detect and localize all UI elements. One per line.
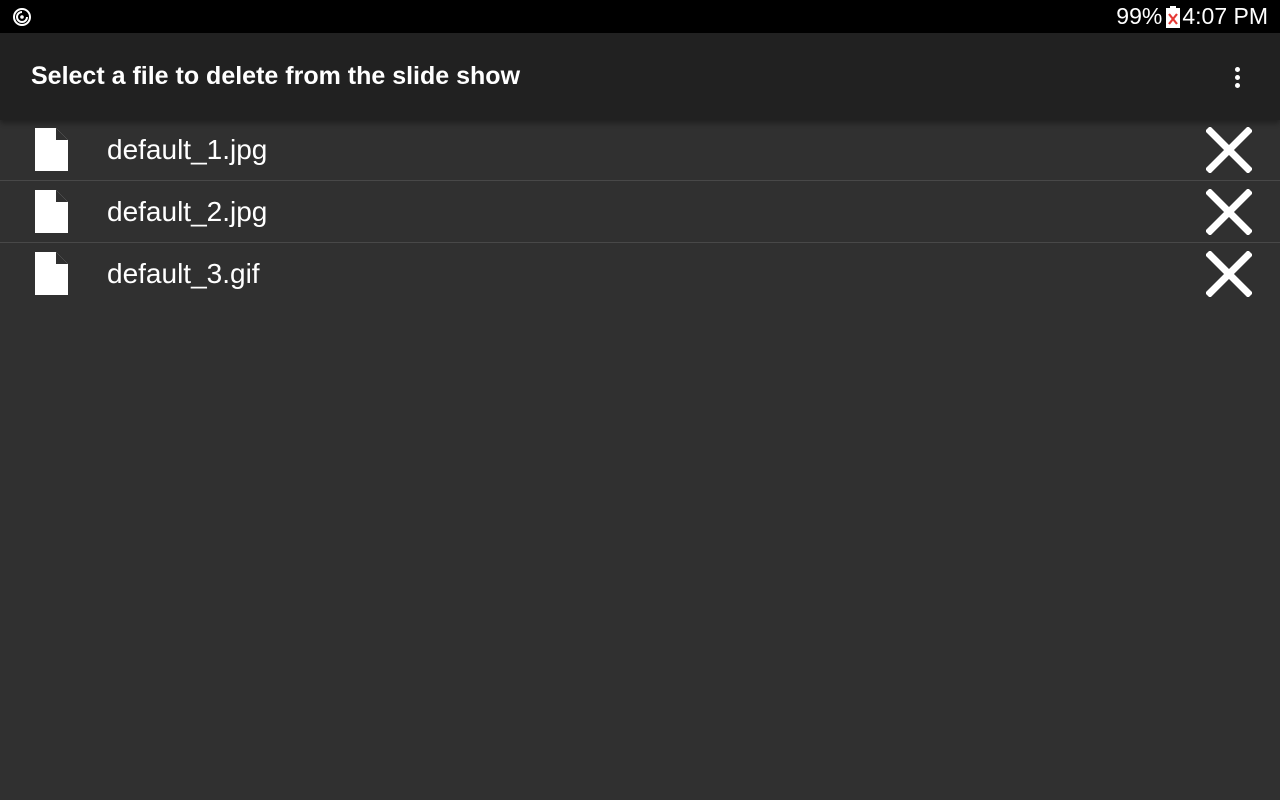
close-icon[interactable] xyxy=(1205,126,1253,174)
page-title: Select a file to delete from the slide s… xyxy=(31,62,521,90)
toolbar: Select a file to delete from the slide s… xyxy=(0,33,1280,120)
status-bar: 99% 4:07 PM xyxy=(0,0,1280,33)
screen: 99% 4:07 PM Select a file to delete from… xyxy=(0,0,1280,800)
list-item[interactable]: default_3.gif xyxy=(0,243,1280,304)
close-icon[interactable] xyxy=(1205,188,1253,236)
file-name: default_1.jpg xyxy=(107,134,268,165)
more-vertical-icon[interactable] xyxy=(1220,60,1254,94)
menu-dot xyxy=(1234,74,1240,80)
clock: 4:07 PM xyxy=(1182,3,1268,29)
menu-dot xyxy=(1234,82,1240,88)
file-name: default_2.jpg xyxy=(107,196,268,227)
file-icon xyxy=(35,190,68,233)
battery-percent: 99% xyxy=(1116,3,1163,29)
sync-circle-icon xyxy=(12,7,32,27)
menu-dot xyxy=(1234,66,1240,72)
file-icon xyxy=(35,252,68,295)
file-icon xyxy=(35,128,68,171)
battery-alert-icon xyxy=(1166,5,1181,28)
list-item[interactable]: default_1.jpg xyxy=(0,119,1280,181)
file-name: default_3.gif xyxy=(107,258,260,289)
file-list: default_1.jpg default_2.jpg default_3.gi… xyxy=(0,119,1280,304)
close-icon[interactable] xyxy=(1205,250,1253,298)
list-item[interactable]: default_2.jpg xyxy=(0,181,1280,243)
status-indicators: 99% 4:07 PM xyxy=(1116,0,1268,33)
